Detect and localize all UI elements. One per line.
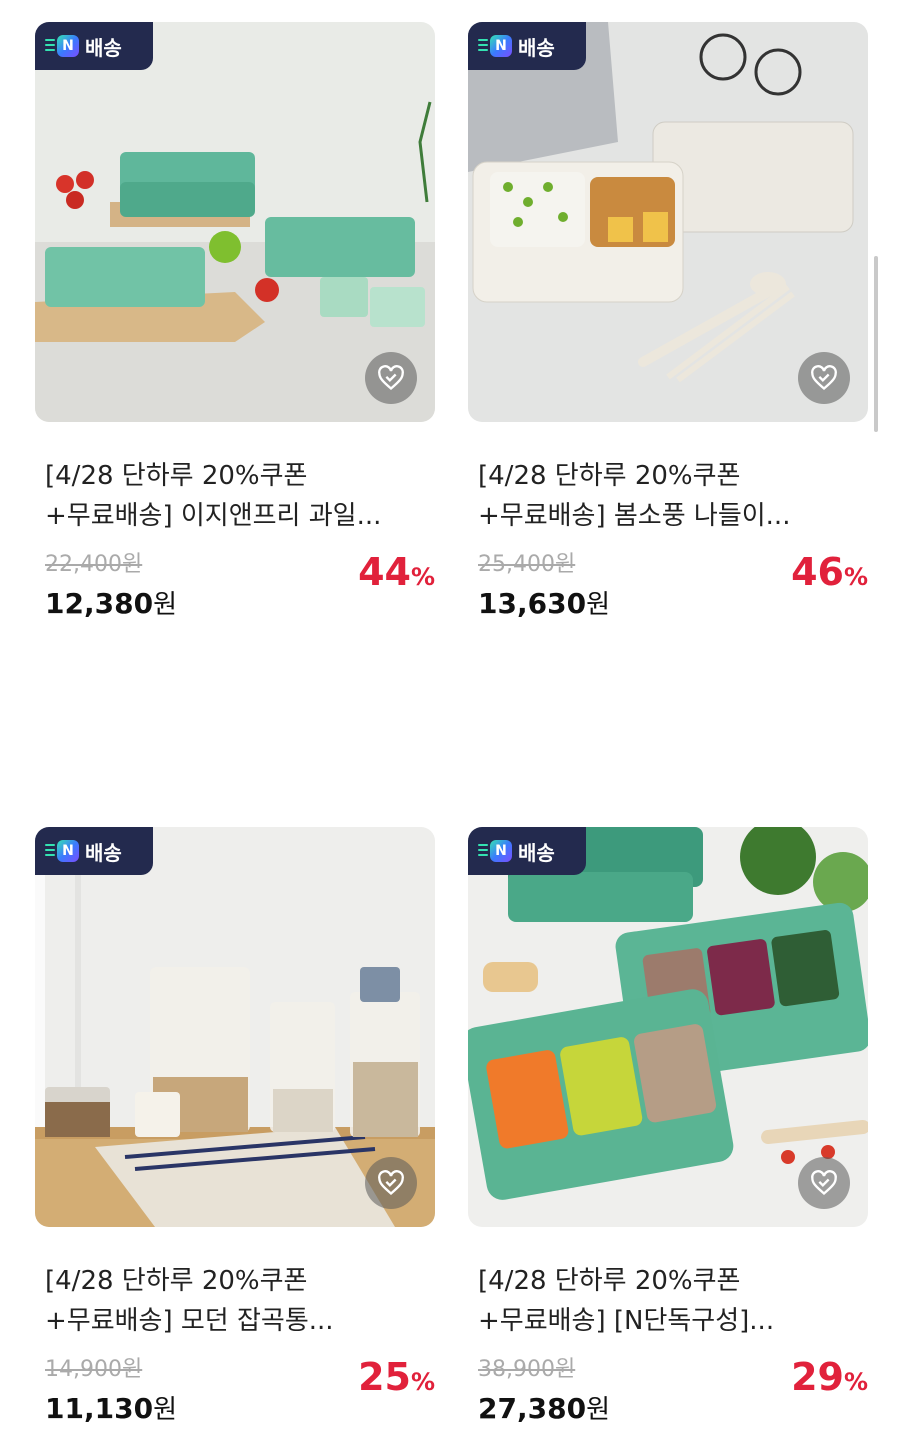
heart-check-icon [811, 365, 837, 391]
product-title[interactable]: [4/28 단하루 20%쿠폰 +무료배송] 봄소풍 나들이... [478, 456, 868, 536]
n-delivery-badge: N 배송 [468, 827, 586, 875]
price-block: 14,900원 11,130원 25% [45, 1351, 435, 1431]
wishlist-heart-button[interactable] [798, 352, 850, 404]
product-image[interactable]: N 배송 [468, 827, 868, 1227]
discount-rate: 29% [791, 1355, 868, 1399]
n-logo-icon: N [57, 840, 79, 862]
n-delivery-badge: N 배송 [468, 22, 586, 70]
wishlist-heart-button[interactable] [365, 352, 417, 404]
n-delivery-badge: N 배송 [35, 827, 153, 875]
product-card[interactable]: N 배송 [4/28 단하루 20%쿠폰 +무료배송] 모던 잡곡통... 14… [35, 827, 435, 1431]
wishlist-heart-button[interactable] [798, 1157, 850, 1209]
wishlist-heart-button[interactable] [365, 1157, 417, 1209]
product-title[interactable]: [4/28 단하루 20%쿠폰 +무료배송] 모던 잡곡통... [45, 1261, 435, 1341]
n-delivery-badge: N 배송 [35, 22, 153, 70]
heart-check-icon [811, 1170, 837, 1196]
discount-rate: 46% [791, 550, 868, 594]
discount-rate: 44% [358, 550, 435, 594]
discount-rate: 25% [358, 1355, 435, 1399]
n-logo-icon: N [490, 840, 512, 862]
heart-check-icon [378, 365, 404, 391]
product-card[interactable]: N 배송 [4/28 단하루 20%쿠폰 +무료배송] [N단독구성]... 3… [468, 827, 868, 1431]
scrollbar[interactable] [874, 256, 878, 432]
product-card[interactable]: N 배송 [4/28 단하루 20%쿠폰 +무료배송] 봄소풍 나들이... 2… [468, 22, 868, 626]
price-block: 25,400원 13,630원 46% [478, 546, 868, 626]
heart-check-icon [378, 1170, 404, 1196]
price-block: 38,900원 27,380원 29% [478, 1351, 868, 1431]
product-image[interactable]: N 배송 [468, 22, 868, 422]
product-title[interactable]: [4/28 단하루 20%쿠폰 +무료배송] [N단독구성]... [478, 1261, 868, 1341]
product-title[interactable]: [4/28 단하루 20%쿠폰 +무료배송] 이지앤프리 과일... [45, 456, 435, 536]
product-image[interactable]: N 배송 [35, 22, 435, 422]
product-card[interactable]: N 배송 [4/28 단하루 20%쿠폰 +무료배송] 이지앤프리 과일... … [35, 22, 435, 626]
price-block: 22,400원 12,380원 44% [45, 546, 435, 626]
n-logo-icon: N [490, 35, 512, 57]
product-image[interactable]: N 배송 [35, 827, 435, 1227]
n-logo-icon: N [57, 35, 79, 57]
